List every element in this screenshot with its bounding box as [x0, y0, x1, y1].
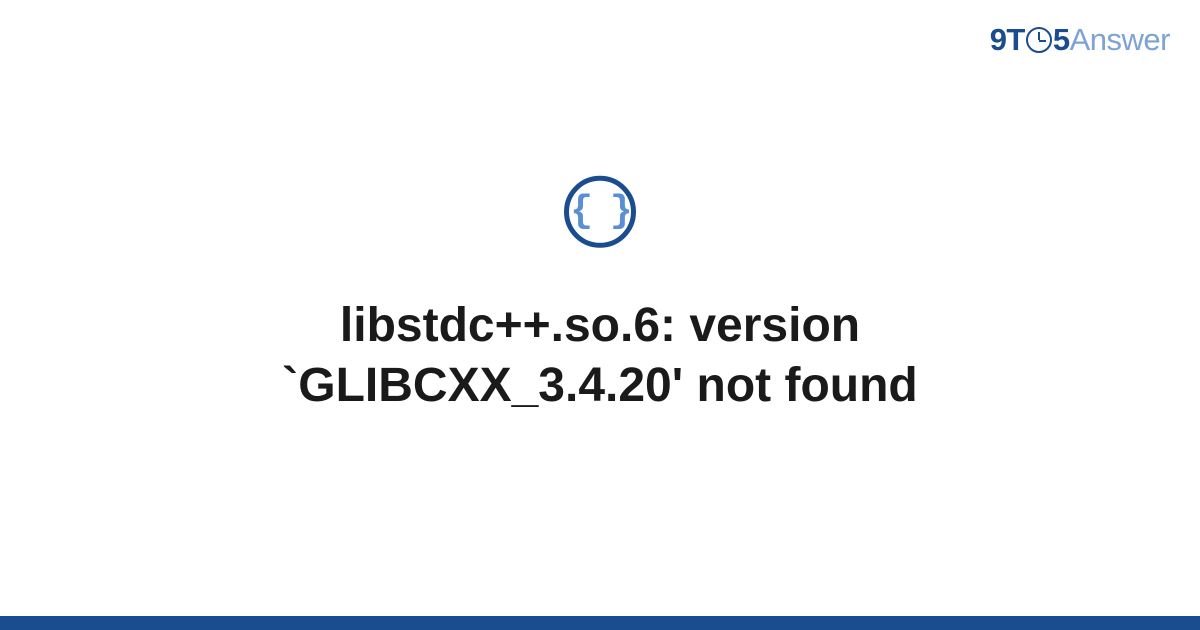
logo-part-answer: Answer: [1070, 22, 1170, 58]
title-line-1: libstdc++.so.6: version: [340, 299, 860, 352]
logo-part-5: 5: [1053, 22, 1070, 58]
page-title: libstdc++.so.6: version `GLIBCXX_3.4.20'…: [0, 296, 1200, 416]
braces-glyph: { }: [570, 193, 629, 231]
site-logo: 9T 5 Answer: [990, 22, 1170, 58]
code-braces-icon: { }: [564, 176, 636, 248]
clock-icon: [1026, 27, 1052, 53]
main-content: { } libstdc++.so.6: version `GLIBCXX_3.4…: [0, 176, 1200, 416]
title-line-2: `GLIBCXX_3.4.20' not found: [282, 359, 917, 412]
bottom-accent-bar: [0, 616, 1200, 630]
logo-part-9t: 9T: [990, 22, 1025, 58]
